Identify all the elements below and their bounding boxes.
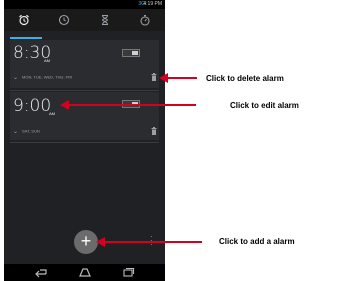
edit-arrow-line: [68, 104, 196, 106]
alarm-ampm: AM: [44, 58, 50, 63]
divider: [10, 90, 159, 91]
recents-icon[interactable]: [121, 266, 135, 278]
divider: [10, 142, 159, 143]
tab-timer[interactable]: [95, 12, 115, 28]
clock-icon: [58, 14, 70, 26]
active-tab-indicator: [10, 37, 42, 39]
phone-screen: 3G 4:19 PM 8:30 AM ⌄ MON, TUE, WED, THU,…: [4, 0, 165, 281]
delete-arrow-line: [167, 77, 197, 79]
trash-icon[interactable]: [151, 127, 157, 135]
add-alarm-button[interactable]: +: [74, 230, 98, 254]
alarm-days: MON, TUE, WED, THU, FRI: [22, 74, 73, 80]
alarm-days: SAT, SUN: [22, 128, 40, 134]
alarm-days-row[interactable]: ⌄ SAT, SUN: [13, 128, 40, 135]
delete-arrow-head: [159, 73, 168, 83]
edit-arrow-head: [60, 100, 69, 110]
alarm-clock-icon: [19, 14, 29, 26]
tab-clock[interactable]: [54, 12, 74, 28]
alarm-item[interactable]: 9:00 AM ⌄ SAT, SUN: [10, 92, 159, 140]
alarm-toggle[interactable]: [122, 49, 140, 57]
home-icon[interactable]: [78, 266, 92, 278]
add-arrow-head: [96, 237, 105, 247]
chevron-down-icon: ⌄: [13, 129, 19, 135]
navigation-bar: [4, 264, 165, 281]
hourglass-icon: [101, 15, 109, 25]
status-time: 4:19 PM: [143, 1, 162, 7]
tab-bar: [4, 9, 165, 39]
trash-icon[interactable]: [151, 73, 157, 81]
tab-alarm[interactable]: [14, 12, 34, 28]
stopwatch-icon: [140, 15, 150, 26]
add-callout: Click to add a alarm: [219, 237, 295, 246]
alarm-time[interactable]: 9:00: [13, 96, 51, 116]
delete-callout: Click to delete alarm: [206, 74, 284, 83]
chevron-down-icon: ⌄: [13, 75, 19, 81]
back-icon[interactable]: [34, 266, 48, 278]
alarm-ampm: AM: [49, 111, 55, 116]
alarm-days-row[interactable]: ⌄ MON, TUE, WED, THU, FRI: [13, 74, 72, 81]
edit-callout: Click to edit alarm: [230, 101, 299, 110]
tab-stopwatch[interactable]: [135, 12, 155, 28]
toggle-knob: [132, 51, 138, 55]
add-arrow-line: [104, 241, 202, 243]
alarm-item[interactable]: 8:30 AM ⌄ MON, TUE, WED, THU, FRI: [10, 40, 159, 88]
status-bar: 3G 4:19 PM: [4, 0, 165, 9]
